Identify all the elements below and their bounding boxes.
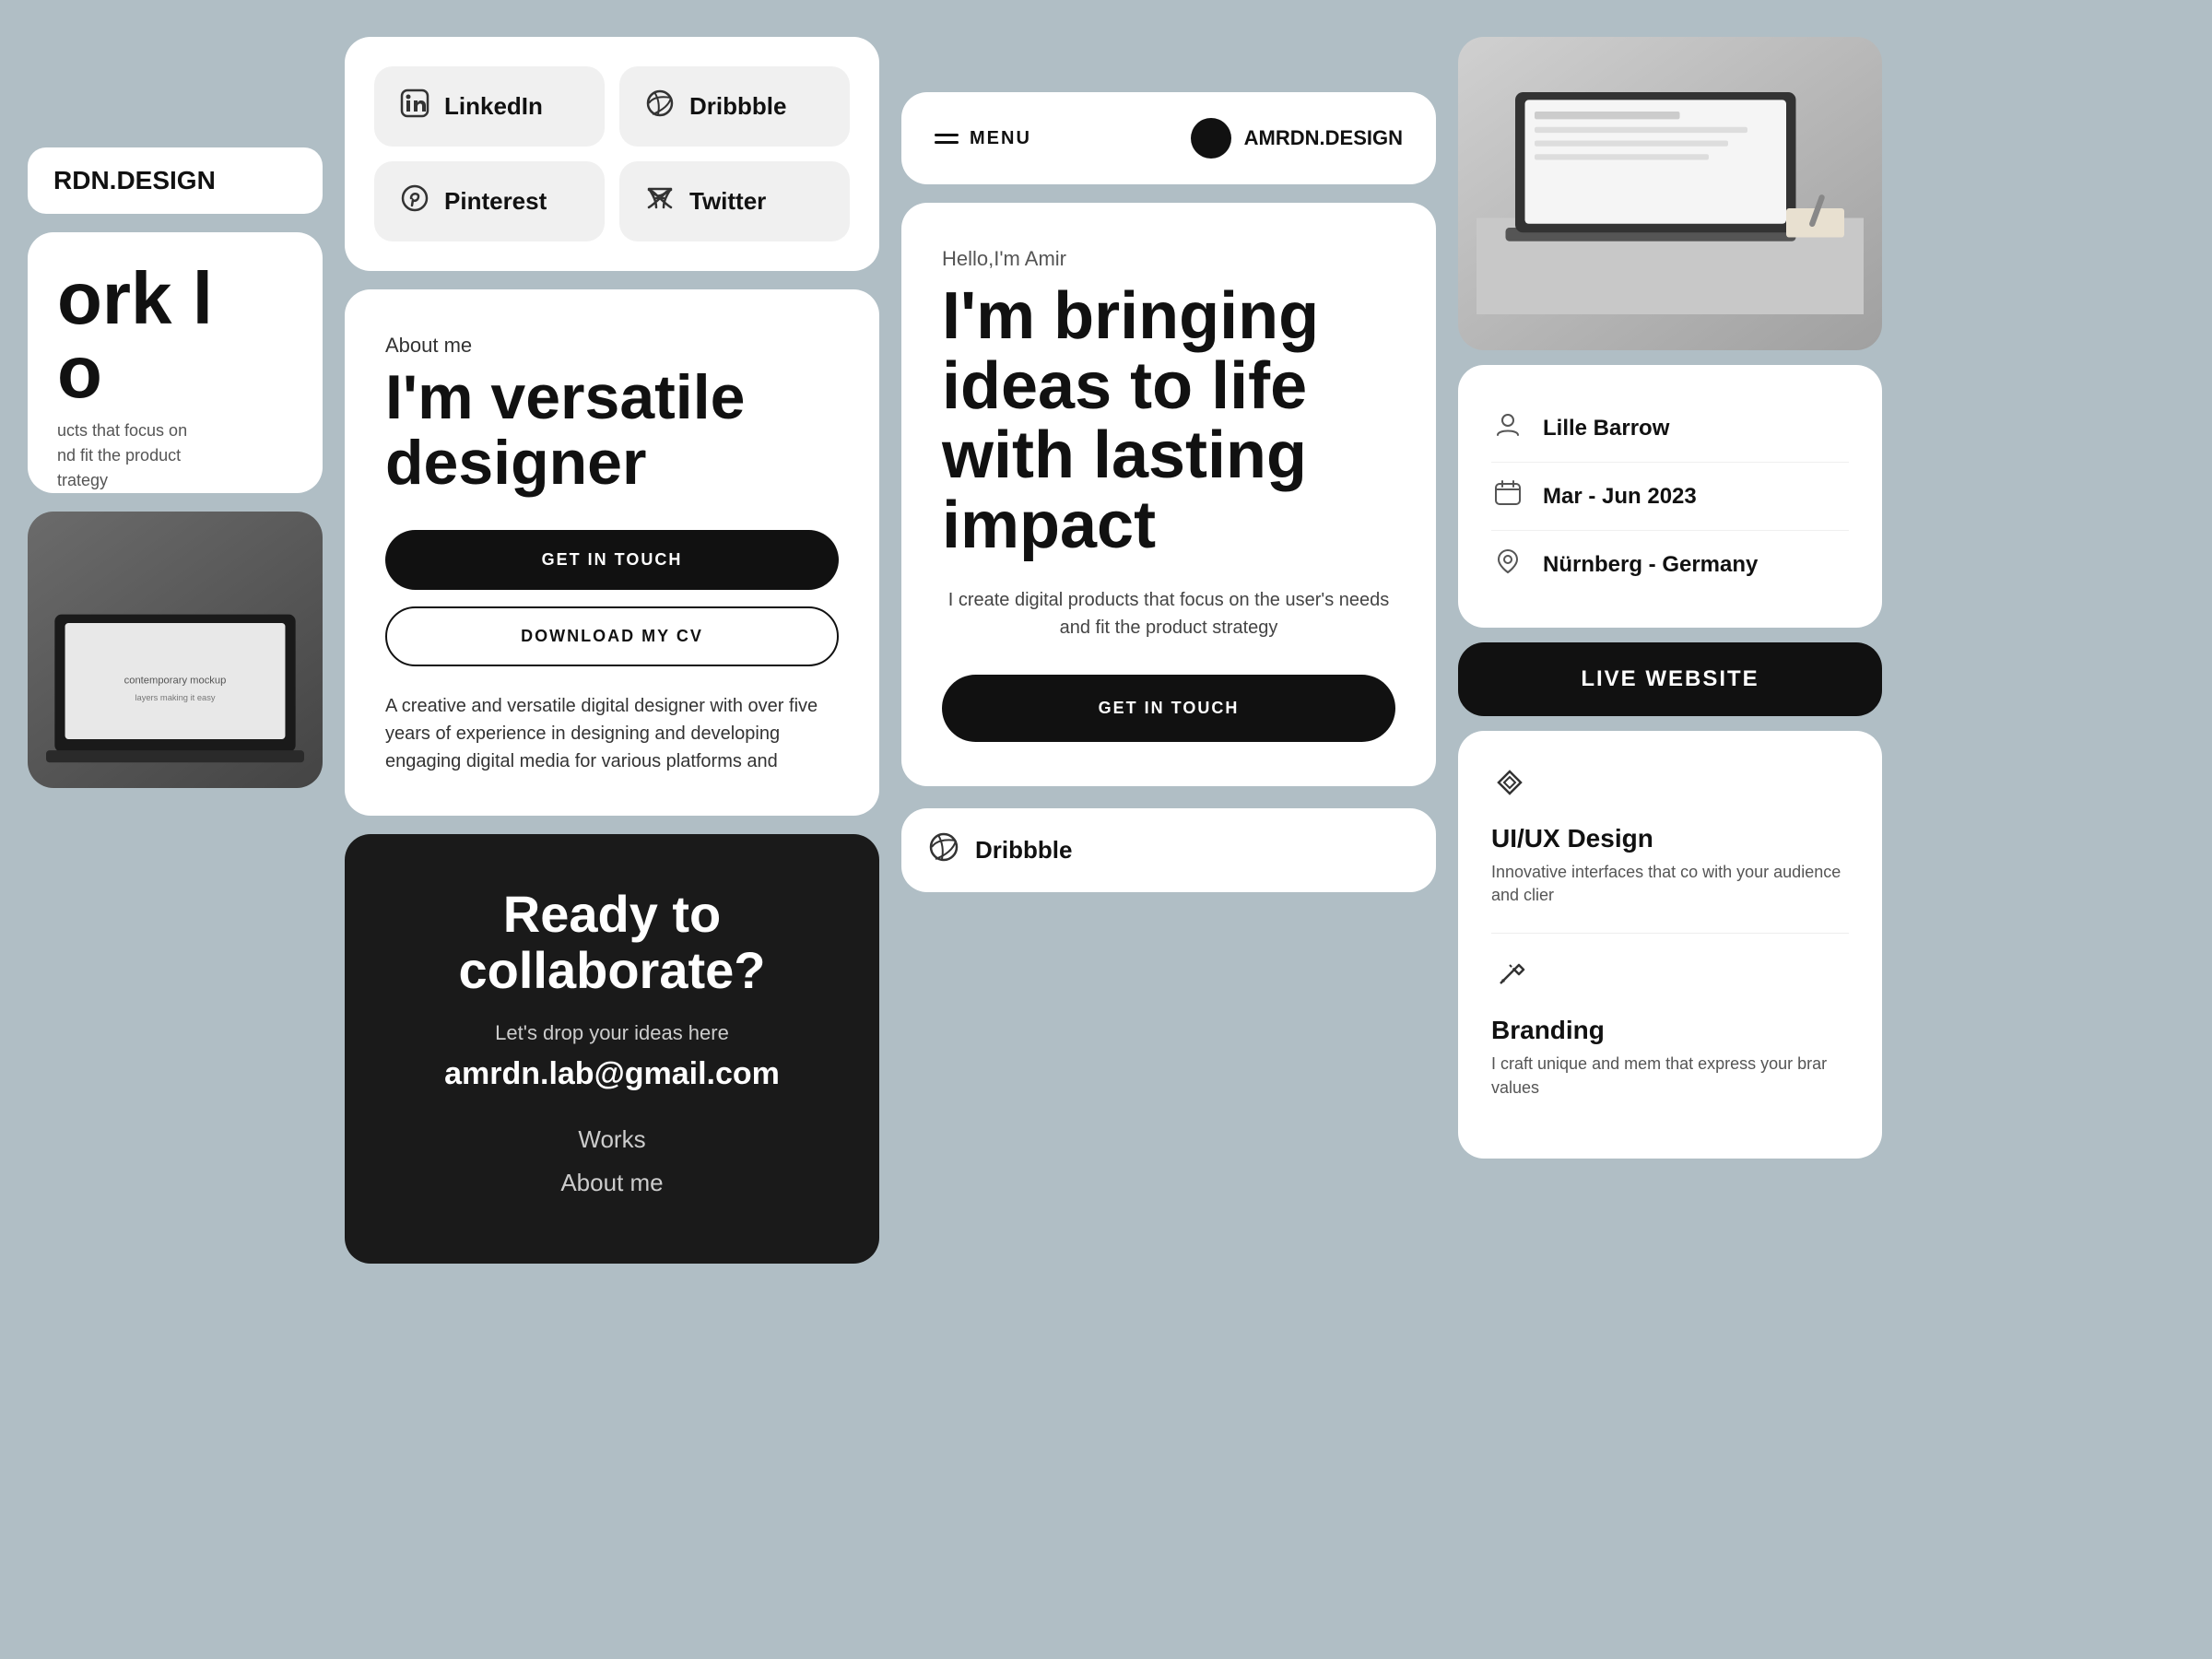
collab-works-link[interactable]: Works <box>385 1125 839 1154</box>
location-text: Nürnberg - Germany <box>1543 552 1758 578</box>
collab-subtitle: Let's drop your ideas here <box>385 1021 839 1045</box>
social-item-pinterest[interactable]: Pinterest <box>374 161 605 241</box>
social-item-dribbble[interactable]: Dribbble <box>619 66 850 147</box>
laptop-svg-col1: contemporary mockup layers making it eas… <box>46 597 304 770</box>
svg-text:layers making it easy: layers making it easy <box>135 693 215 702</box>
live-website-label: LIVE WEBSITE <box>1581 666 1759 691</box>
experience-card: Lille Barrow Mar - Jun 2023 <box>1458 365 1882 628</box>
service-branding: Branding I craft unique and mem that exp… <box>1491 933 1849 1099</box>
linkedin-icon <box>400 88 429 124</box>
collab-card: Ready to collaborate? Let's drop your id… <box>345 834 879 1264</box>
services-card: UI/UX Design Innovative interfaces that … <box>1458 731 1882 1159</box>
about-card: About me I'm versatile designer GET IN T… <box>345 289 879 816</box>
collab-about-link[interactable]: About me <box>385 1169 839 1197</box>
hero-cta-button[interactable]: GET IN TOUCH <box>942 675 1395 742</box>
pinterest-icon <box>400 183 429 219</box>
download-cv-button[interactable]: DOWNLOAD MY CV <box>385 606 839 666</box>
uiux-title: UI/UX Design <box>1491 824 1849 853</box>
social-links-card: LinkedIn Dribbble <box>345 37 879 271</box>
uiux-desc: Innovative interfaces that co with your … <box>1491 861 1849 907</box>
nav-menu[interactable]: MENU <box>935 128 1031 149</box>
twitter-icon <box>645 183 675 219</box>
about-description: A creative and versatile digital designe… <box>385 692 839 775</box>
exp-location-item: Nürnberg - Germany <box>1491 531 1849 598</box>
hello-label: Hello,I'm Amir <box>942 247 1395 271</box>
laptop-photo-svg <box>1477 73 1864 315</box>
dribbble-icon-bottom <box>927 830 960 870</box>
location-icon <box>1491 547 1524 582</box>
collab-email: amrdn.lab@gmail.com <box>385 1056 839 1092</box>
rdn-label-card: RDN.DESIGN <box>28 147 323 214</box>
linkedin-label: LinkedIn <box>444 92 543 121</box>
nav-brand: AMRDN.DESIGN <box>1191 118 1403 159</box>
brand-name: AMRDN.DESIGN <box>1244 126 1403 150</box>
service-uiux: UI/UX Design Innovative interfaces that … <box>1491 764 1849 907</box>
uiux-icon <box>1491 764 1849 809</box>
svg-text:contemporary mockup: contemporary mockup <box>124 676 227 687</box>
photo-card-col1: contemporary mockup layers making it eas… <box>28 512 323 788</box>
social-item-twitter[interactable]: Twitter <box>619 161 850 241</box>
exp-date-item: Mar - Jun 2023 <box>1491 463 1849 531</box>
social-item-linkedin[interactable]: LinkedIn <box>374 66 605 147</box>
twitter-label: Twitter <box>689 187 766 216</box>
person-name: Lille Barrow <box>1543 416 1669 441</box>
hero-title: I'm bringing ideas to life with lasting … <box>942 282 1395 560</box>
calendar-icon <box>1491 479 1524 513</box>
branding-desc: I craft unique and mem that express your… <box>1491 1053 1849 1099</box>
date-range: Mar - Jun 2023 <box>1543 484 1697 510</box>
dribbble-icon <box>645 88 675 124</box>
rdn-label-text: RDN.DESIGN <box>53 166 216 194</box>
dribbble-label: Dribbble <box>689 92 786 121</box>
menu-label: MENU <box>970 128 1031 149</box>
hero-desc: I create digital products that focus on … <box>942 586 1395 641</box>
person-icon <box>1491 411 1524 445</box>
works-big-text: ork l o <box>57 262 293 409</box>
about-title: I'm versatile designer <box>385 365 839 497</box>
pinterest-label: Pinterest <box>444 187 547 216</box>
dribbble-social-card[interactable]: Dribbble <box>901 808 1436 892</box>
laptop-photo-card <box>1458 37 1882 350</box>
works-partial-card: ork l o ucts that focus on nd fit the pr… <box>28 232 323 493</box>
hamburger-icon <box>935 134 959 144</box>
get-in-touch-button[interactable]: GET IN TOUCH <box>385 530 839 590</box>
about-label: About me <box>385 334 839 358</box>
dribbble-bottom-label: Dribbble <box>975 836 1072 865</box>
collab-title: Ready to collaborate? <box>385 886 839 999</box>
brand-dot <box>1191 118 1231 159</box>
works-sub-text: ucts that focus on nd fit the product tr… <box>57 418 293 493</box>
branding-title: Branding <box>1491 1016 1849 1045</box>
exp-person-item: Lille Barrow <box>1491 394 1849 463</box>
nav-card: MENU AMRDN.DESIGN <box>901 92 1436 184</box>
branding-icon <box>1491 956 1849 1001</box>
live-website-card[interactable]: LIVE WEBSITE <box>1458 642 1882 716</box>
hero-card: Hello,I'm Amir I'm bringing ideas to lif… <box>901 203 1436 786</box>
